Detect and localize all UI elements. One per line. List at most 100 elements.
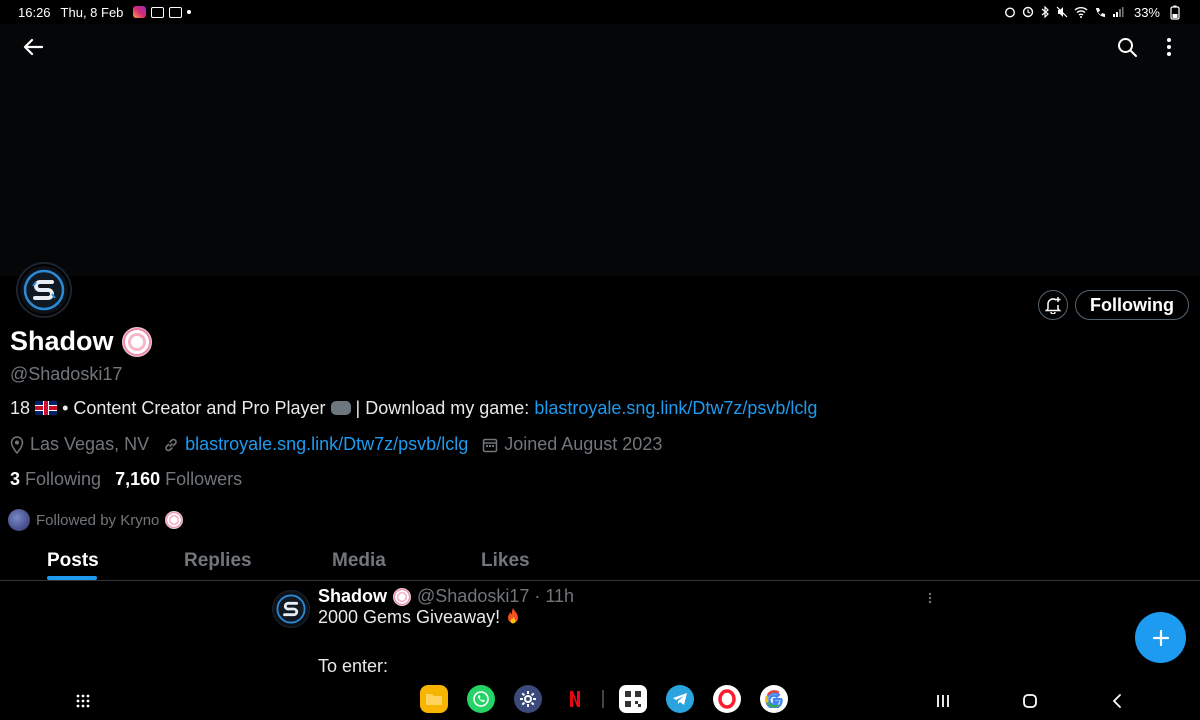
calendar-notification-icon — [169, 6, 183, 18]
profile-meta: Las Vegas, NV blastroyale.sng.link/Dtw7z… — [10, 434, 676, 455]
followed-by-text: Followed by Kryno — [36, 511, 160, 529]
battery-icon — [1170, 5, 1180, 20]
recents-icon — [937, 695, 949, 707]
paper-plane-icon — [673, 693, 687, 705]
tab-media[interactable]: Media — [332, 550, 386, 572]
plus-icon — [1152, 629, 1169, 646]
fire-emoji-icon — [508, 608, 519, 624]
bio-text: • Content Creator and Pro Player — [62, 398, 326, 418]
tab-likes[interactable]: Likes — [481, 550, 530, 572]
following-stat[interactable]: 3 Following — [10, 469, 101, 490]
post-text-giveaway: 2000 Gems Giveaway! — [318, 607, 501, 627]
gamepad-icon — [330, 401, 351, 415]
profile-bio: 18 • Content Creator and Pro Player | Do… — [10, 398, 817, 419]
dock-divider — [602, 690, 604, 708]
back-button[interactable] — [20, 34, 46, 60]
opera-o-icon — [718, 689, 736, 709]
bio-age: 18 — [10, 398, 31, 418]
profile-avatar[interactable] — [18, 264, 70, 316]
post-author-avatar[interactable] — [273, 591, 309, 627]
active-tab-indicator — [47, 576, 97, 580]
profile-location: Las Vegas, NV — [30, 434, 150, 454]
status-time: 16:26 — [18, 4, 51, 20]
location-pin-icon — [10, 435, 24, 454]
following-button[interactable]: Following — [1075, 290, 1189, 320]
profile-banner — [0, 24, 1200, 276]
netflix-n-icon — [570, 691, 580, 707]
signal-icon — [1112, 7, 1124, 17]
telegram-icon[interactable] — [666, 685, 694, 713]
tab-posts[interactable]: Posts — [47, 550, 99, 572]
link-icon — [165, 438, 177, 451]
profile-stats: 3 Following 7,160 Followers — [10, 469, 242, 490]
profile-tabs: Posts Replies Media Likes — [0, 540, 1200, 581]
shadow-logo-icon — [276, 594, 306, 624]
app-drawer-button[interactable] — [70, 688, 96, 714]
vertical-dots-icon — [1167, 38, 1171, 56]
opera-icon[interactable] — [713, 685, 741, 713]
nav-back-button[interactable] — [1104, 688, 1130, 714]
instagram-notification-icon — [133, 6, 147, 18]
post-more-button[interactable] — [922, 590, 938, 606]
post-header: Shadow @Shadoski17 · 11h — [318, 586, 574, 607]
files-icon[interactable] — [420, 685, 448, 713]
display-name: Shadow — [10, 326, 114, 356]
bio-link[interactable]: blastroyale.sng.link/Dtw7z/psvb/lclg — [534, 398, 817, 418]
vertical-dots-icon — [928, 592, 932, 604]
naruto-swirl-emoji-icon — [393, 587, 412, 606]
phone-bubble-icon — [473, 691, 489, 707]
recent-apps-button[interactable] — [930, 688, 956, 714]
arrow-left-icon — [23, 38, 43, 56]
whatsapp-icon[interactable] — [467, 685, 495, 713]
status-date: Thu, 8 Feb — [60, 4, 124, 20]
home-button[interactable] — [1017, 688, 1043, 714]
bio-text-download: | Download my game: — [355, 398, 530, 418]
grid-dots-icon — [76, 694, 90, 708]
google-g-icon — [765, 690, 783, 708]
followers-stat[interactable]: 7,160 Followers — [115, 469, 242, 490]
calendar-icon — [482, 438, 498, 452]
google-icon[interactable] — [760, 685, 788, 713]
system-nav-bar — [0, 680, 1200, 720]
compose-post-button[interactable] — [1135, 612, 1186, 663]
post-text-line2: To enter: — [318, 656, 389, 676]
battery-percentage: 33% — [1133, 4, 1160, 20]
following-label: Following — [25, 469, 102, 489]
call-icon — [1095, 8, 1105, 17]
followers-count: 7,160 — [115, 469, 161, 489]
alarm-icon — [1004, 7, 1015, 18]
settings-icon[interactable] — [514, 685, 542, 713]
post-handle-time: @Shadoski17 · 11h — [417, 586, 575, 606]
mute-icon — [1056, 6, 1068, 18]
followers-label: Followers — [165, 469, 243, 489]
gear-icon — [520, 691, 536, 707]
post-author-name[interactable]: Shadow — [318, 586, 387, 607]
status-bar: 16:26 Thu, 8 Feb 33% — [0, 0, 1200, 24]
bluetooth-icon — [1041, 6, 1049, 18]
post-text-line1: 2000 Gems Giveaway! — [318, 607, 521, 628]
more-options-button[interactable] — [1156, 34, 1182, 60]
tab-replies[interactable]: Replies — [184, 550, 252, 572]
followed-by[interactable]: Followed by Kryno — [8, 509, 184, 531]
bell-plus-icon — [1044, 297, 1062, 314]
notifications-button[interactable] — [1038, 290, 1068, 320]
qr-scanner-icon[interactable] — [619, 685, 647, 713]
naruto-swirl-emoji-icon — [121, 326, 152, 357]
search-button[interactable] — [1114, 34, 1140, 60]
uk-flag-icon — [35, 401, 58, 415]
kryno-avatar — [8, 509, 30, 531]
app-notification-icon — [151, 6, 165, 18]
profile-joined-date: Joined August 2023 — [504, 434, 663, 454]
wifi-icon — [1074, 7, 1088, 18]
shadow-logo-icon — [23, 269, 65, 311]
profile-website-link[interactable]: blastroyale.sng.link/Dtw7z/psvb/lclg — [185, 434, 468, 455]
profile-handle: @Shadoski17 — [10, 364, 123, 384]
clock-icon — [1022, 6, 1034, 18]
chevron-left-icon — [1112, 694, 1121, 708]
naruto-swirl-emoji-icon — [165, 511, 184, 529]
folder-icon — [426, 694, 442, 705]
following-count: 3 — [10, 469, 21, 489]
qr-code-icon — [625, 691, 641, 707]
netflix-icon[interactable] — [561, 685, 589, 713]
search-icon — [1118, 38, 1137, 57]
